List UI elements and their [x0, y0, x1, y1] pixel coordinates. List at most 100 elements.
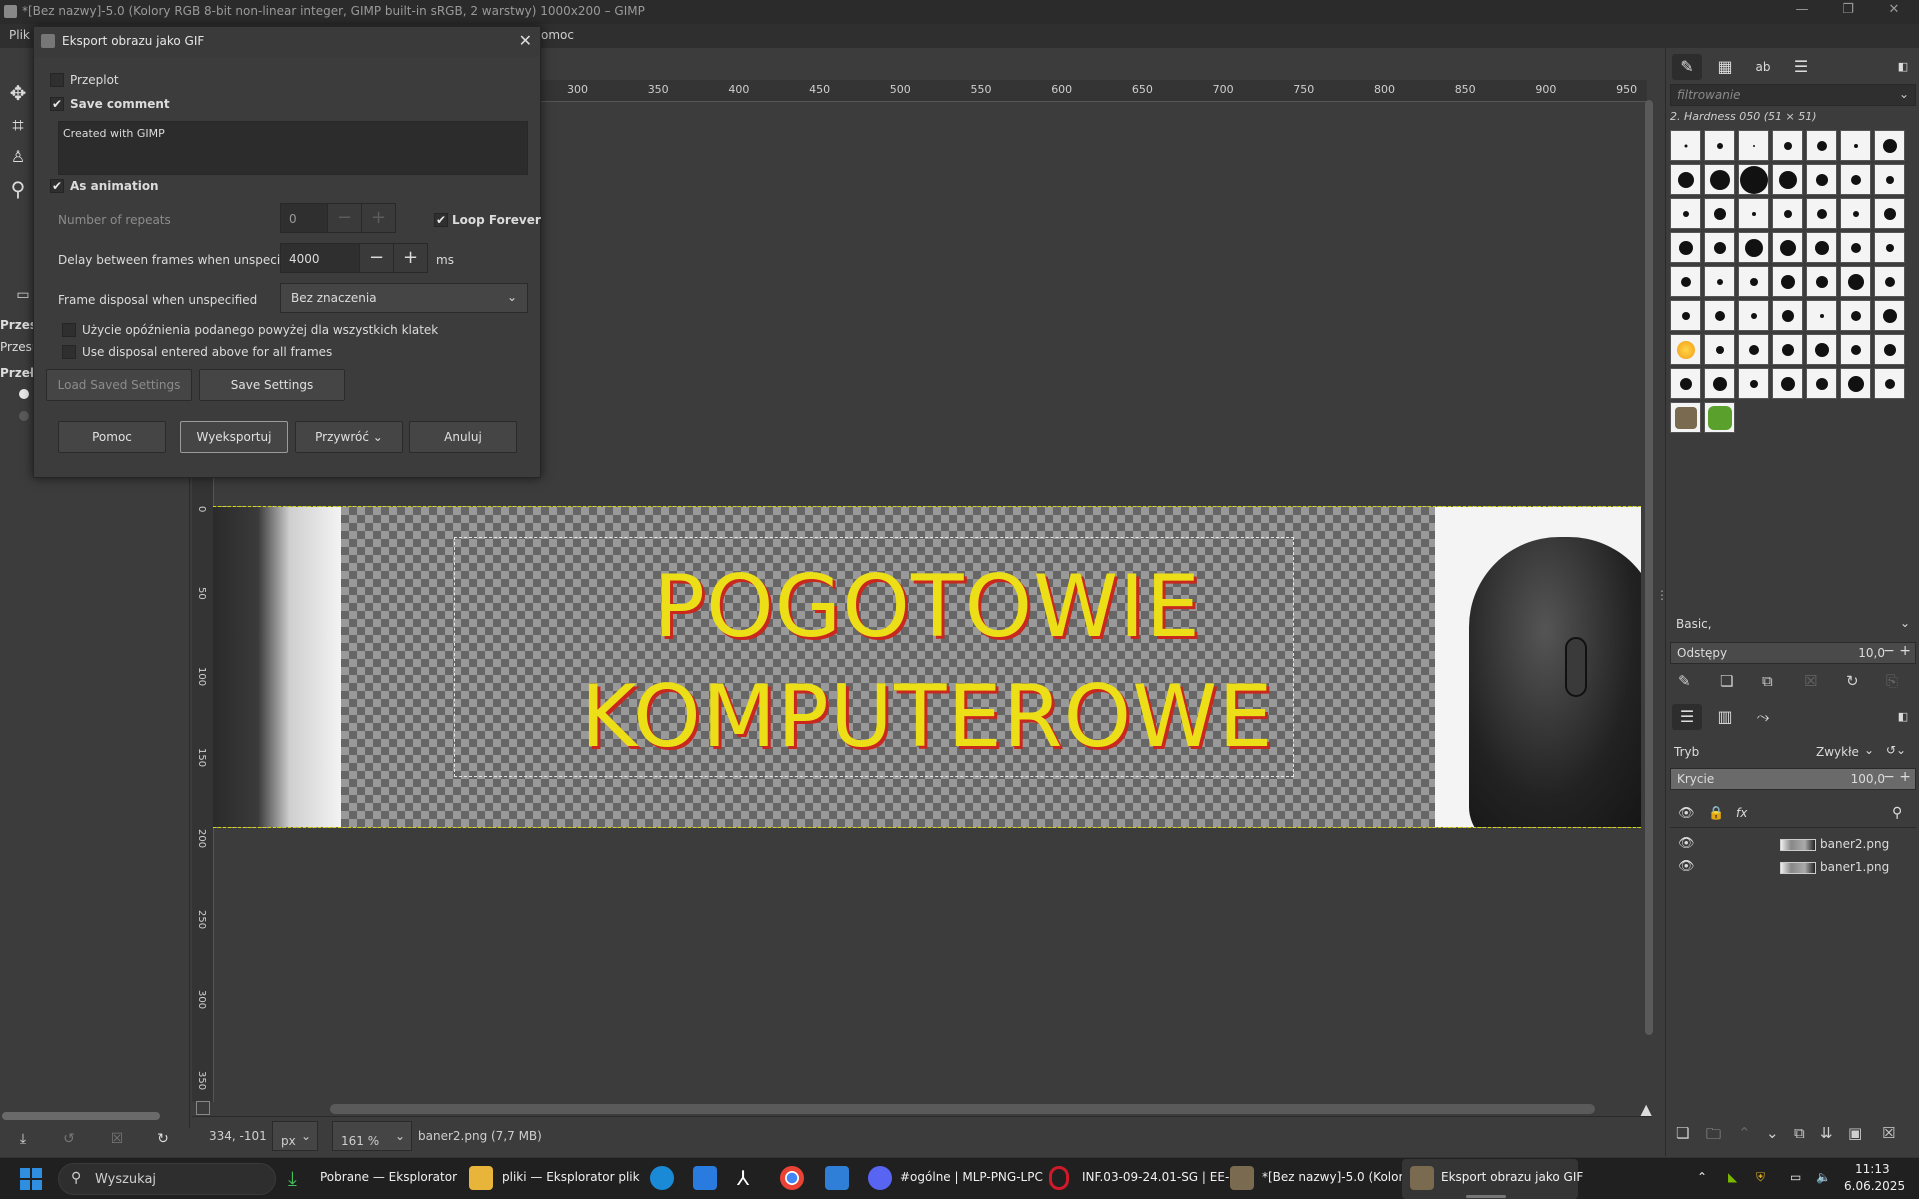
- brush-tile[interactable]: [1704, 130, 1735, 161]
- eye-icon[interactable]: 👁: [1678, 836, 1695, 851]
- new-layer-icon[interactable]: ❏: [1676, 1124, 1689, 1142]
- display-icon[interactable]: ▭: [1790, 1170, 1801, 1184]
- discord-icon[interactable]: [868, 1166, 892, 1190]
- brush-tile[interactable]: [1738, 232, 1769, 263]
- eye-icon[interactable]: 👁: [1678, 859, 1695, 874]
- duplicate-brush-icon[interactable]: ⧉: [1762, 672, 1773, 690]
- opacity-slider[interactable]: Krycie 100,0− +: [1670, 768, 1916, 790]
- restore-options-icon[interactable]: ↺: [56, 1126, 82, 1152]
- taskbar-item-export[interactable]: Eksport obrazu jako GIF: [1441, 1170, 1583, 1184]
- radio-option-2[interactable]: [19, 411, 29, 421]
- brush-tile[interactable]: [1840, 198, 1871, 229]
- new-brush-icon[interactable]: ❏: [1720, 672, 1733, 690]
- save-options-icon[interactable]: ⤓: [10, 1126, 36, 1152]
- download-folder-icon[interactable]: ⤓: [288, 1166, 312, 1190]
- folder-icon[interactable]: [469, 1166, 493, 1190]
- brush-tile[interactable]: [1670, 164, 1701, 195]
- taskbar-search[interactable]: ⚲ Wyszukaj: [58, 1163, 276, 1195]
- brush-tile[interactable]: [1704, 198, 1735, 229]
- loop-forever-checkbox[interactable]: ✔: [434, 213, 448, 227]
- zoom-select[interactable]: 161 % ⌄: [332, 1121, 412, 1151]
- restore-icon[interactable]: ❐: [1826, 2, 1870, 17]
- brush-tile[interactable]: [1772, 334, 1803, 365]
- new-group-icon[interactable]: 🗀: [1706, 1124, 1721, 1149]
- gimp-icon[interactable]: [1410, 1166, 1434, 1190]
- brush-tile[interactable]: [1704, 232, 1735, 263]
- channels-tab-icon[interactable]: ▥: [1710, 704, 1740, 730]
- brush-tile[interactable]: [1772, 300, 1803, 331]
- layers-dock-menu-icon[interactable]: ◧: [1888, 704, 1918, 730]
- notepad-icon[interactable]: [825, 1166, 849, 1190]
- refresh-brushes-icon[interactable]: ↻: [1846, 672, 1859, 690]
- raise-layer-icon[interactable]: ⌃: [1738, 1124, 1751, 1142]
- comment-textarea[interactable]: Created with GIMP: [58, 121, 528, 175]
- as-animation-checkbox[interactable]: ✔: [50, 179, 64, 193]
- layer-row[interactable]: 👁 baner1.png: [1670, 857, 1916, 879]
- brush-tile[interactable]: [1704, 402, 1735, 433]
- reset-button[interactable]: Przywróć ⌄: [295, 421, 403, 453]
- minus-icon[interactable]: −: [359, 244, 393, 272]
- taskbar-item-files[interactable]: pliki — Eksplorator plik: [502, 1170, 640, 1184]
- load-settings-button[interactable]: Load Saved Settings: [46, 369, 192, 401]
- store-icon[interactable]: [693, 1166, 717, 1190]
- brush-tile[interactable]: [1670, 232, 1701, 263]
- brush-tile[interactable]: [1806, 130, 1837, 161]
- brush-tile[interactable]: [1874, 368, 1905, 399]
- close-window-icon[interactable]: ✕: [1872, 2, 1916, 17]
- brush-tile[interactable]: [1670, 266, 1701, 297]
- tray-chevron-icon[interactable]: ⌃: [1697, 1170, 1707, 1184]
- spacing-slider[interactable]: Odstępy 10,0− +: [1670, 642, 1916, 664]
- zoom-tool-icon[interactable]: ⚲: [5, 176, 31, 202]
- unit-select[interactable]: px ⌄: [272, 1121, 318, 1151]
- brush-tile[interactable]: [1772, 130, 1803, 161]
- windows-start-icon[interactable]: [20, 1168, 42, 1190]
- lower-layer-icon[interactable]: ⌄: [1766, 1124, 1779, 1142]
- transform-tool-icon[interactable]: ⌗: [5, 112, 31, 138]
- brush-tile[interactable]: [1670, 130, 1701, 161]
- brush-tile[interactable]: [1738, 368, 1769, 399]
- brush-tile[interactable]: [1772, 232, 1803, 263]
- chrome-icon[interactable]: [780, 1166, 804, 1190]
- security-icon[interactable]: ⛨: [1756, 1170, 1765, 1185]
- brush-tile[interactable]: [1806, 164, 1837, 195]
- dock-resize-handle[interactable]: ⋮: [1656, 588, 1668, 602]
- plus-icon[interactable]: +: [393, 244, 427, 272]
- clone-tool-icon[interactable]: ♙: [5, 144, 31, 170]
- brush-tile[interactable]: [1704, 334, 1735, 365]
- close-icon[interactable]: ✕: [519, 31, 532, 50]
- disposal-select[interactable]: Bez znaczenia ⌄: [280, 283, 528, 313]
- brush-tile[interactable]: [1874, 232, 1905, 263]
- brush-tile[interactable]: [1840, 130, 1871, 161]
- volume-icon[interactable]: 🔈: [1816, 1170, 1831, 1184]
- paths-tab-icon[interactable]: ⤳: [1748, 704, 1778, 730]
- fonts-tab-icon[interactable]: ab: [1748, 54, 1778, 80]
- brush-tile[interactable]: [1704, 300, 1735, 331]
- edit-brush-icon[interactable]: ✎: [1678, 672, 1691, 690]
- brush-tile[interactable]: [1704, 164, 1735, 195]
- delete-layer-icon[interactable]: ☒: [1882, 1124, 1895, 1142]
- anchor-layer-icon[interactable]: ⇊: [1820, 1124, 1833, 1142]
- help-button[interactable]: Pomoc: [58, 421, 166, 453]
- move-tool-icon[interactable]: ✥: [5, 80, 31, 106]
- nvidia-icon[interactable]: ◣: [1728, 1170, 1737, 1184]
- brush-tile[interactable]: [1772, 198, 1803, 229]
- app-icon[interactable]: ⅄: [737, 1166, 761, 1190]
- repeats-spinner[interactable]: 0 − +: [280, 203, 396, 233]
- brush-tile[interactable]: [1840, 334, 1871, 365]
- radio-option-1[interactable]: [19, 389, 29, 399]
- mode-reset-icon[interactable]: ↺⌄: [1886, 743, 1906, 757]
- brush-tile[interactable]: [1840, 368, 1871, 399]
- brush-tile[interactable]: [1772, 368, 1803, 399]
- minus-icon[interactable]: −: [327, 204, 361, 232]
- brush-tile[interactable]: [1772, 266, 1803, 297]
- brush-tile[interactable]: [1806, 266, 1837, 297]
- brush-tile[interactable]: [1806, 368, 1837, 399]
- mode-select[interactable]: Zwykłe: [1816, 745, 1859, 759]
- dock-menu-icon[interactable]: ◧: [1888, 54, 1918, 80]
- document-history-tab-icon[interactable]: ☰: [1786, 54, 1816, 80]
- edge-icon[interactable]: [650, 1166, 674, 1190]
- toolbox-scrollbar[interactable]: [2, 1112, 160, 1120]
- save-comment-checkbox[interactable]: ✔: [50, 97, 64, 111]
- menu-file[interactable]: Plik: [9, 28, 30, 42]
- brush-grid[interactable]: [1670, 130, 1914, 490]
